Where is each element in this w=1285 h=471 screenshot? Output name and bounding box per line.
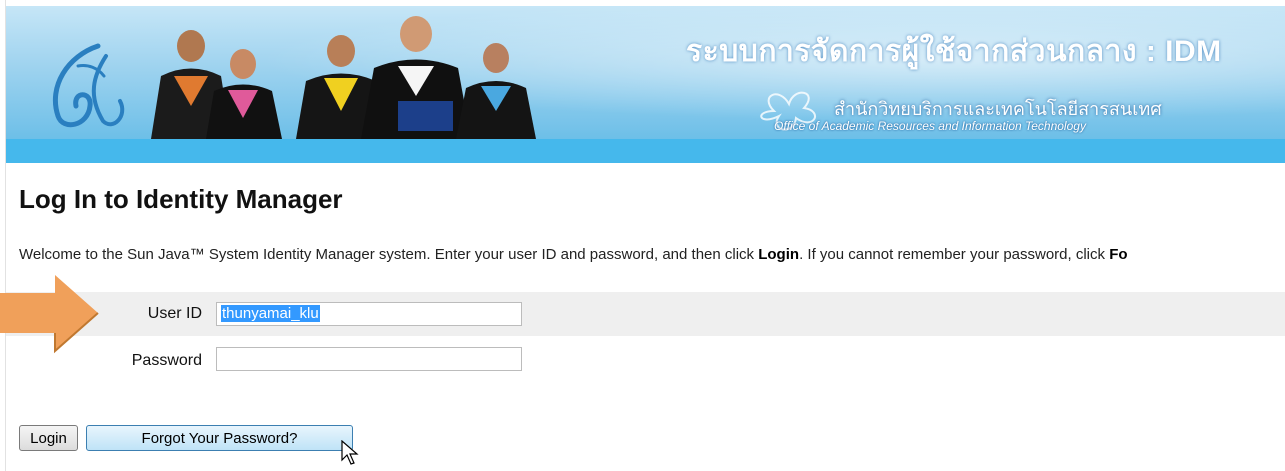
welcome-forgot-word: Fo [1109, 246, 1128, 263]
mouse-cursor-icon [341, 440, 359, 465]
banner-blue-bar [6, 139, 1285, 163]
graduates-photo-icon [151, 16, 536, 139]
user-id-label: User ID [147, 305, 202, 322]
user-id-value: thunyamai_klu [221, 305, 320, 322]
login-button[interactable]: Login [19, 425, 78, 451]
welcome-text: Welcome to the Sun Java™ System Identity… [19, 246, 1285, 263]
password-input[interactable] [216, 347, 522, 371]
welcome-text-middle: . If you cannot remember your password, … [799, 246, 1110, 263]
welcome-login-word: Login [758, 246, 800, 263]
banner-title: ระบบการจัดการผู้ใช้จากส่วนกลาง : IDM [686, 35, 1222, 68]
password-label: Password [131, 352, 202, 369]
forgot-password-button[interactable]: Forgot Your Password? [86, 425, 353, 451]
header-banner: ระบบการจัดการผู้ใช้จากส่วนกลาง : IDM สำน… [6, 6, 1285, 139]
page-title: Log In to Identity Manager [19, 184, 343, 214]
banner-subtitle-english: Office of Academic Resources and Informa… [774, 119, 1086, 133]
welcome-text-start: Welcome to the Sun Java™ System Identity… [19, 246, 759, 263]
university-logo-icon [52, 43, 125, 128]
user-id-input[interactable]: thunyamai_klu [216, 302, 522, 326]
